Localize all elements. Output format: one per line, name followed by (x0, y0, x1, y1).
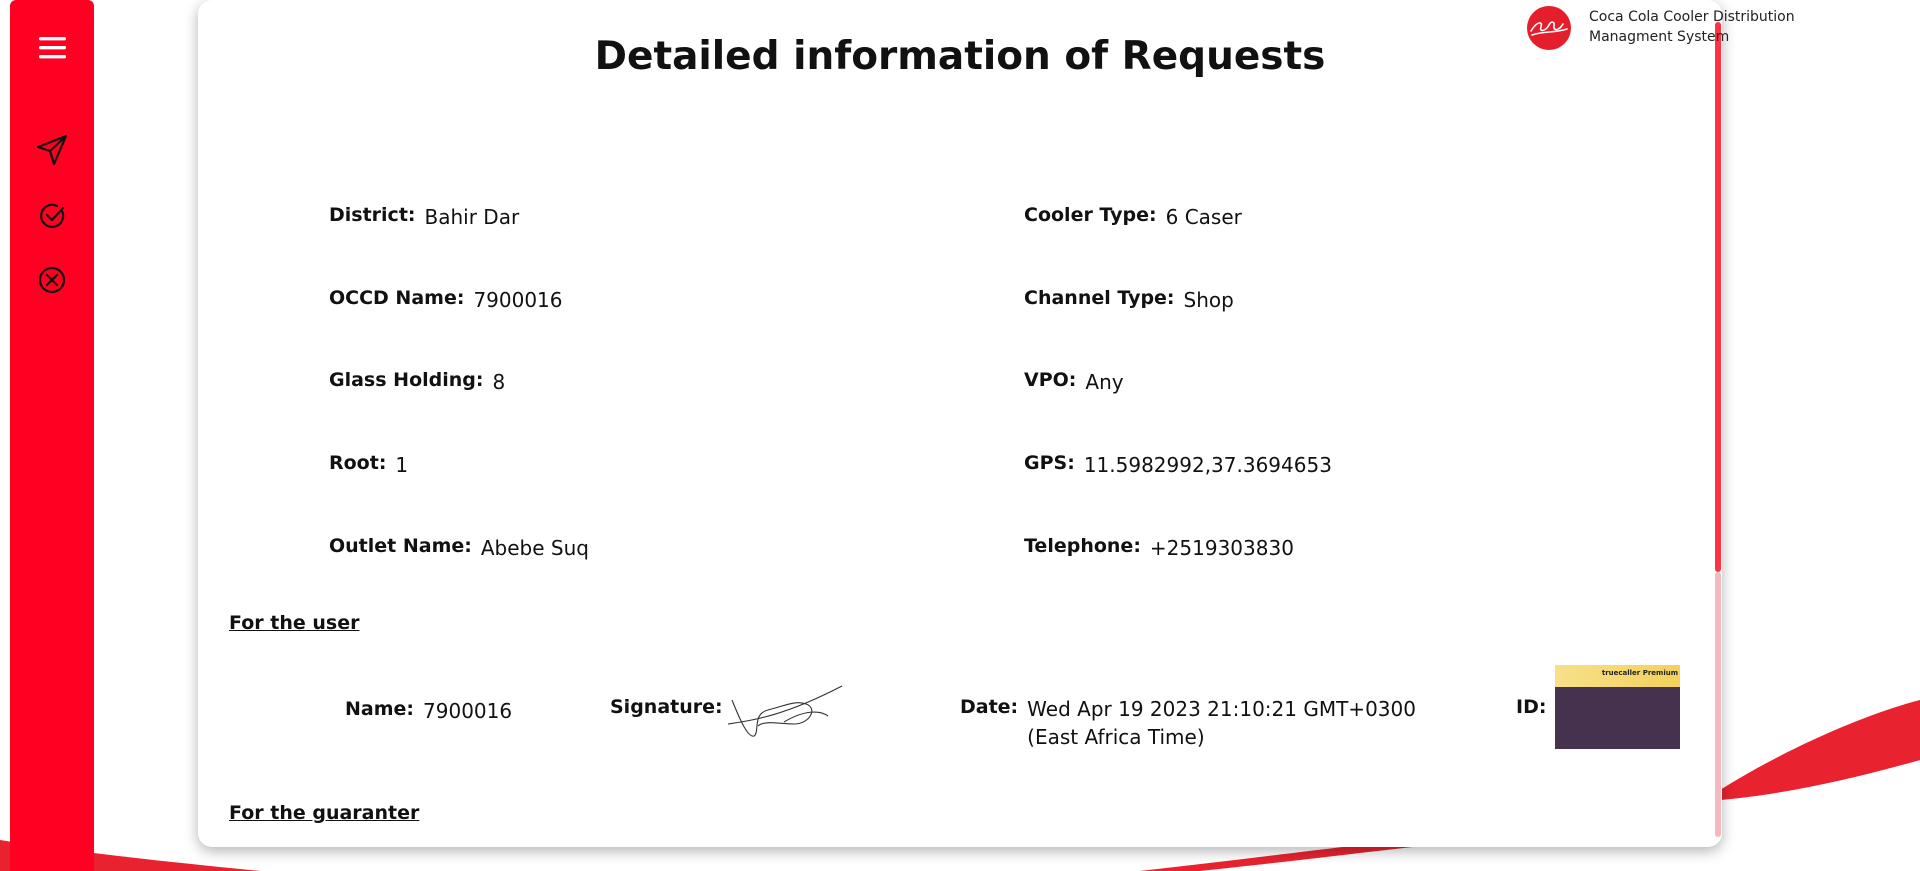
cooler-type-label: Cooler Type: (1024, 204, 1157, 226)
sidebar-item-rejected[interactable] (30, 260, 74, 300)
outlet-name-label: Outlet Name: (329, 535, 472, 557)
outlet-name-value: Abebe Suq (480, 536, 589, 560)
card-scrollbar-thumb[interactable] (1715, 22, 1721, 572)
app-name: Coca Cola Cooler Distribution Managment … (1589, 7, 1795, 47)
district-field: District: Bahir Dar (329, 202, 520, 229)
signature-label: Signature: (610, 696, 723, 718)
sidebar-item-approved[interactable] (30, 196, 74, 236)
id-image-text: truecaller Premium (1601, 669, 1678, 677)
check-circle-icon (40, 203, 65, 228)
telephone-label: Telephone: (1024, 535, 1141, 557)
id-field: ID: (1516, 696, 1555, 718)
telephone-field: Telephone: +2519303830 (1024, 533, 1294, 560)
signature-field: Signature: (610, 696, 732, 718)
district-value: Bahir Dar (424, 205, 520, 229)
root-value: 1 (395, 453, 409, 477)
date-line1: Wed Apr 19 2023 21:10:21 GMT+0300 (1027, 697, 1416, 721)
channel-type-field: Channel Type: Shop (1024, 285, 1234, 312)
glass-holding-field: Glass Holding: 8 (329, 367, 506, 394)
occd-name-field: OCCD Name: 7900016 (329, 285, 563, 312)
app-name-line1: Coca Cola Cooler Distribution (1589, 9, 1795, 25)
cooler-type-field: Cooler Type: 6 Caser (1024, 202, 1242, 229)
user-name-field: Name: 7900016 (345, 696, 513, 723)
date-line2: (East Africa Time) (1027, 725, 1205, 749)
card-scrollbar-track[interactable] (1715, 572, 1721, 837)
id-label: ID: (1516, 696, 1547, 718)
cooler-type-value: 6 Caser (1165, 205, 1242, 229)
guarantor-section-heading: For the guaranter (229, 802, 420, 824)
menu-icon (39, 37, 66, 59)
request-details-card: Detailed information of Requests Distric… (198, 0, 1722, 847)
sidebar-item-send[interactable] (30, 130, 74, 170)
vpo-value: Any (1085, 370, 1124, 394)
vpo-field: VPO: Any (1024, 367, 1124, 394)
coca-cola-wordmark-icon (1530, 21, 1568, 36)
date-field: Date: Wed Apr 19 2023 21:10:21 GMT+0300 … (960, 696, 1416, 751)
date-label: Date: (960, 696, 1019, 718)
occd-name-label: OCCD Name: (329, 287, 465, 309)
close-circle-icon (38, 266, 66, 294)
page-title: Detailed information of Requests (594, 34, 1326, 79)
gps-label: GPS: (1024, 452, 1075, 474)
sidebar (10, 0, 94, 871)
app-name-line2: Managment System (1589, 29, 1730, 45)
gps-field: GPS: 11.5982992,37.3694653 (1024, 450, 1332, 477)
signature-image (727, 685, 843, 737)
district-label: District: (329, 204, 416, 226)
outlet-name-field: Outlet Name: Abebe Suq (329, 533, 589, 560)
menu-button[interactable] (26, 28, 80, 68)
glass-holding-label: Glass Holding: (329, 369, 484, 391)
send-icon (36, 134, 68, 166)
gps-value: 11.5982992,37.3694653 (1083, 453, 1332, 477)
root-label: Root: (329, 452, 387, 474)
user-section-heading: For the user (229, 612, 360, 634)
channel-type-value: Shop (1183, 288, 1234, 312)
id-image[interactable]: truecaller Premium (1555, 665, 1680, 749)
brand: Coca Cola Cooler Distribution Managment … (1527, 6, 1795, 50)
coca-cola-logo (1527, 6, 1571, 50)
occd-name-value: 7900016 (473, 288, 563, 312)
glass-holding-value: 8 (492, 370, 506, 394)
date-value: Wed Apr 19 2023 21:10:21 GMT+0300 (East … (1027, 695, 1416, 751)
telephone-value: +2519303830 (1149, 536, 1294, 560)
vpo-label: VPO: (1024, 369, 1077, 391)
user-name-value: 7900016 (423, 699, 513, 723)
root-field: Root: 1 (329, 450, 409, 477)
channel-type-label: Channel Type: (1024, 287, 1175, 309)
user-name-label: Name: (345, 698, 415, 720)
